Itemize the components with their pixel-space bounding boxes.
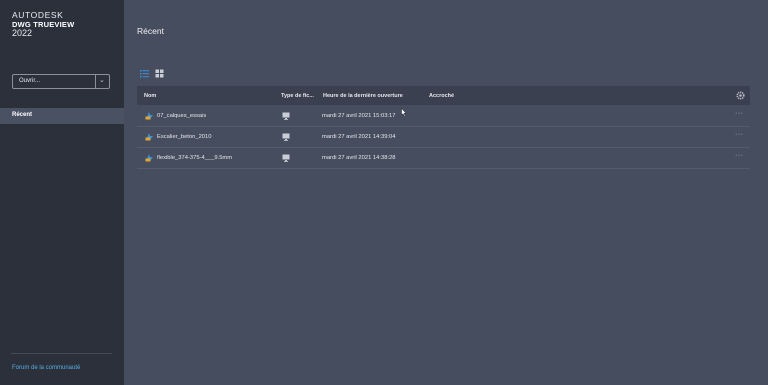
mouse-pointer-icon [401, 108, 407, 117]
ellipsis-icon[interactable]: ··· [735, 110, 744, 117]
column-header-last-opened[interactable]: Heure de la dernière ouverture [323, 93, 403, 99]
sidebar: AUTODESK DWG TRUEVIEW 2022 Ouvrir... ⌄ R… [0, 0, 124, 385]
brand-company: AUTODESK [12, 10, 64, 20]
table-row[interactable]: flexible_374-375-4___9.5mm mardi 27 avri… [137, 148, 750, 169]
open-button-label[interactable]: Ouvrir... [19, 78, 40, 84]
monitor-icon [282, 154, 290, 162]
dropdown-divider [95, 75, 96, 88]
last-opened: mardi 27 avril 2021 15:03:17 [322, 113, 396, 119]
sidebar-item-label: Récent [12, 112, 33, 118]
column-header-name[interactable]: Nom [144, 93, 156, 99]
last-opened: mardi 27 avril 2021 14:38:28 [322, 155, 396, 161]
sidebar-item-recent[interactable]: Récent [0, 108, 124, 124]
page-title: Récent [137, 26, 164, 36]
ellipsis-icon[interactable]: ··· [735, 131, 744, 138]
list-view-icon[interactable] [140, 69, 149, 78]
gear-icon[interactable] [736, 91, 745, 100]
table-header: Nom Type de fic... Heure de la dernière … [137, 86, 750, 105]
sidebar-divider [11, 353, 112, 354]
open-dropdown[interactable]: Ouvrir... ⌄ [12, 74, 110, 89]
table-row[interactable]: 07_calques_essais mardi 27 avril 2021 15… [137, 106, 750, 127]
file-name[interactable]: flexible_374-375-4___9.5mm [157, 155, 232, 161]
community-forum-link[interactable]: Forum de la communauté [12, 365, 80, 371]
chevron-down-icon[interactable]: ⌄ [99, 76, 105, 84]
last-opened: mardi 27 avril 2021 14:39:04 [322, 134, 396, 140]
brand-product: DWG TRUEVIEW [12, 19, 75, 29]
brand-year: 2022 [12, 28, 33, 38]
dwg-file-icon [145, 112, 153, 120]
file-name[interactable]: 07_calques_essais [157, 113, 206, 119]
monitor-icon [282, 112, 290, 120]
dwg-file-icon [145, 154, 153, 162]
monitor-icon [282, 133, 290, 141]
dwg-file-icon [145, 133, 153, 141]
ellipsis-icon[interactable]: ··· [735, 152, 744, 159]
grid-view-icon[interactable] [155, 69, 164, 78]
app-logo: AUTODESK DWG TRUEVIEW 2022 [12, 11, 74, 38]
table-row[interactable]: Escalier_beton_2010 mardi 27 avril 2021 … [137, 127, 750, 148]
column-header-pinned[interactable]: Accroché [429, 93, 454, 99]
column-header-type[interactable]: Type de fic... [281, 93, 314, 99]
file-name[interactable]: Escalier_beton_2010 [157, 134, 211, 140]
